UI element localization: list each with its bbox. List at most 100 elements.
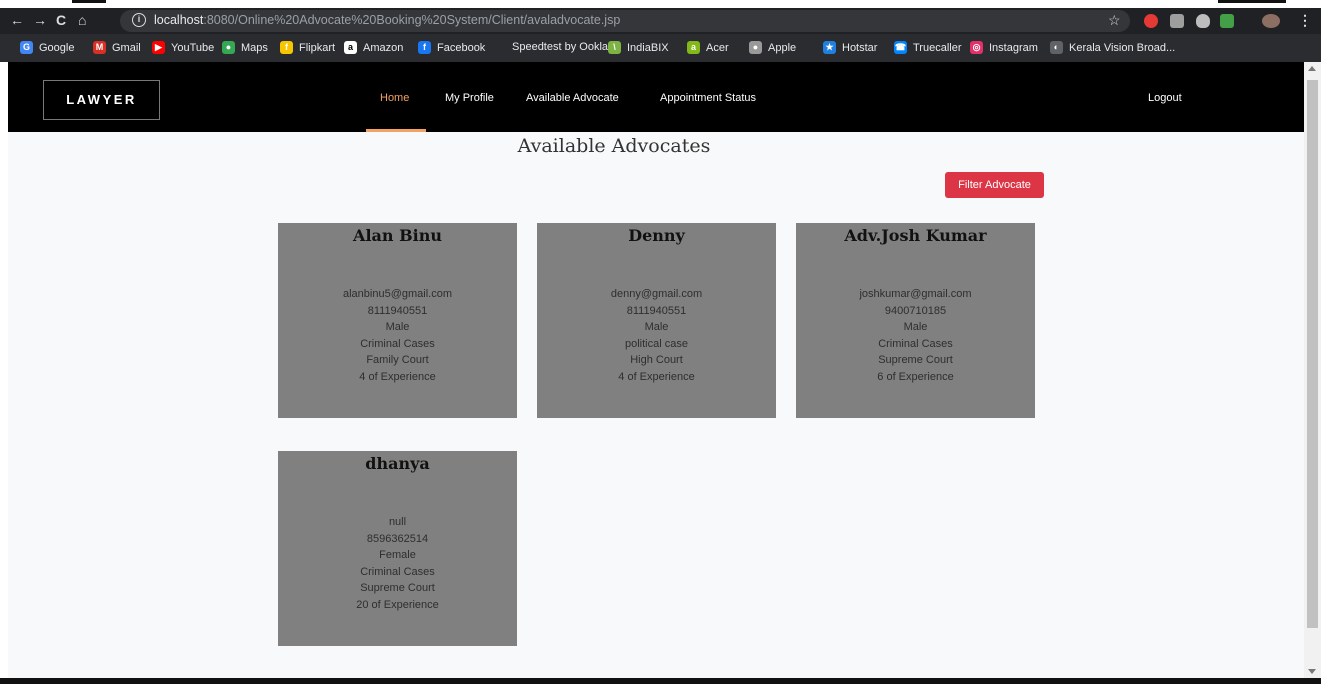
- advocate-phone: 8111940551: [626, 304, 687, 317]
- address-bar[interactable]: i localhost:8080/Online%20Advocate%20Boo…: [120, 10, 1130, 32]
- reload-icon[interactable]: C: [56, 12, 66, 28]
- left-edge: [0, 62, 8, 678]
- scroll-up-arrow-icon[interactable]: [1308, 66, 1316, 71]
- bookmark-hotstar[interactable]: ★ Hotstar: [823, 41, 877, 54]
- flipkart-icon: f: [280, 41, 293, 54]
- advocate-case-type: political case: [625, 337, 688, 350]
- nav-my-profile[interactable]: My Profile: [445, 92, 494, 104]
- advocate-name: dhanya: [365, 454, 430, 473]
- extension-puzzle-icon[interactable]: [1220, 14, 1234, 28]
- window-edge-line: [1218, 0, 1286, 3]
- apple-icon: ●: [749, 41, 762, 54]
- home-icon[interactable]: ⌂: [78, 12, 86, 28]
- bookmark-truecaller[interactable]: ☎ Truecaller: [894, 41, 962, 54]
- bookmark-label: Google: [39, 41, 75, 54]
- advocate-phone: 8596362514: [366, 532, 429, 545]
- youtube-icon: ▶: [152, 41, 165, 54]
- advocate-court: Supreme Court: [878, 354, 953, 367]
- url-path: :8080/Online%20Advocate%20Booking%20Syst…: [203, 13, 621, 27]
- advocate-email: joshkumar@gmail.com: [859, 288, 972, 300]
- advocate-gender: Female: [379, 549, 416, 562]
- bookmark-label: Hotstar: [842, 41, 878, 54]
- extension-shield-icon[interactable]: [1144, 14, 1158, 28]
- site-navbar: LAWYER Home My Profile Available Advocat…: [8, 62, 1304, 132]
- acer-icon: a: [687, 41, 700, 54]
- bookmark-kerala-vision-broad[interactable]: ◐ Kerala Vision Broad...: [1050, 41, 1175, 54]
- bookmark-apple[interactable]: ● Apple: [749, 41, 796, 54]
- nav-appointment-status[interactable]: Appointment Status: [660, 92, 756, 104]
- advocate-details: denny@gmail.com 8111940551 Male political c…: [537, 286, 776, 386]
- profile-avatar-icon[interactable]: [1262, 14, 1280, 28]
- bookmark-label: YouTube: [171, 41, 215, 54]
- bookmark-indiabix[interactable]: \ IndiaBIX: [608, 41, 669, 54]
- advocate-court: Supreme Court: [360, 582, 435, 595]
- bookmark-youtube[interactable]: ▶ YouTube: [152, 41, 214, 54]
- advocate-email: alanbinu5@gmail.com: [342, 288, 452, 300]
- bookmark-label: Speedtest by Ookla...: [512, 41, 618, 53]
- scroll-down-arrow-icon[interactable]: [1308, 669, 1316, 674]
- truecaller-icon: ☎: [894, 41, 907, 54]
- brand-logo[interactable]: LAWYER: [43, 80, 160, 120]
- google-icon: G: [20, 41, 33, 54]
- facebook-icon: f: [418, 41, 431, 54]
- nav-home[interactable]: Home: [380, 92, 409, 104]
- advocate-card[interactable]: Alan Binu alanbinu5@gmail.com 8111940551 Ma…: [278, 223, 517, 418]
- window-edge-line: [72, 0, 106, 3]
- bookmark-label: Truecaller: [913, 41, 962, 54]
- bookmark-google[interactable]: G Google: [20, 41, 74, 54]
- advocate-email: denny@gmail.com: [610, 288, 703, 300]
- bookmark-star-icon[interactable]: ☆: [1108, 12, 1121, 29]
- hotstar-icon: ★: [823, 41, 836, 54]
- advocate-card[interactable]: Denny denny@gmail.com 8111940551 Male politi…: [537, 223, 776, 418]
- bookmark-maps[interactable]: ● Maps: [222, 41, 268, 54]
- bookmark-label: IndiaBIX: [627, 41, 669, 54]
- bookmark-amazon[interactable]: a Amazon: [344, 41, 403, 54]
- page-scrollbar[interactable]: [1304, 62, 1321, 678]
- advocate-details: null 8596362514 Female Criminal Cases Suprem…: [278, 514, 517, 614]
- advocate-card[interactable]: dhanya null 8596362514 Female Criminal Cases…: [278, 451, 517, 646]
- bookmark-label: Flipkart: [299, 41, 336, 54]
- scrollbar-thumb[interactable]: [1307, 80, 1318, 628]
- extension-shield-gray-icon[interactable]: [1196, 14, 1210, 28]
- top-strip: [0, 0, 1321, 8]
- browser-window: ← → C ⌂ i localhost:8080/Online%20Advoca…: [0, 0, 1321, 684]
- advocate-experience: 4 of Experience: [618, 370, 695, 383]
- bookmark-acer[interactable]: a Acer: [687, 41, 729, 54]
- page-title: Available Advocates: [517, 135, 711, 157]
- logout-link[interactable]: Logout: [1148, 92, 1182, 104]
- back-arrow-icon[interactable]: ←: [10, 12, 24, 28]
- advocate-email: null: [388, 516, 407, 528]
- filter-advocate-button[interactable]: Filter Advocate: [945, 172, 1044, 198]
- bookmark-speedtest-by-ookla[interactable]: Speedtest by Ookla...: [512, 41, 617, 53]
- bookmark-gmail[interactable]: M Gmail: [93, 41, 141, 54]
- extension-camera-icon[interactable]: [1170, 14, 1184, 28]
- forward-arrow-icon[interactable]: →: [33, 12, 47, 28]
- amazon-icon: a: [344, 41, 357, 54]
- info-icon[interactable]: i: [132, 13, 146, 27]
- advocate-details: joshkumar@gmail.com 9400710185 Male Crimina…: [796, 286, 1035, 386]
- url-text[interactable]: localhost:8080/Online%20Advocate%20Booki…: [154, 13, 620, 27]
- advocate-court: High Court: [630, 354, 683, 367]
- advocate-phone: 8111940551: [367, 304, 428, 317]
- browser-menu-icon[interactable]: ⋮: [1298, 12, 1312, 29]
- advocate-case-type: Criminal Cases: [360, 565, 435, 578]
- bookmark-facebook[interactable]: f Facebook: [418, 41, 485, 54]
- gmail-icon: M: [93, 41, 106, 54]
- bottom-edge: [0, 678, 1321, 684]
- browser-toolbar: ← → C ⌂ i localhost:8080/Online%20Advoca…: [0, 8, 1321, 34]
- bookmark-label: Maps: [241, 41, 268, 54]
- bookmark-label: Facebook: [437, 41, 486, 54]
- nav-available-advocate[interactable]: Available Advocate: [526, 92, 619, 104]
- bookmark-instagram[interactable]: ◎ Instagram: [970, 41, 1038, 54]
- page-content: Available Advocates Filter Advocate Alan…: [8, 132, 1304, 678]
- advocate-experience: 20 of Experience: [356, 598, 439, 611]
- bookmark-label: Amazon: [363, 41, 404, 54]
- bookmark-label: Kerala Vision Broad...: [1069, 41, 1176, 54]
- bookmark-label: Gmail: [112, 41, 141, 54]
- globe-icon: ◐: [1050, 41, 1063, 54]
- advocate-card[interactable]: Adv.Josh Kumar joshkumar@gmail.com 9400710…: [796, 223, 1035, 418]
- indiabix-icon: \: [608, 41, 621, 54]
- bookmark-flipkart[interactable]: f Flipkart: [280, 41, 335, 54]
- advocate-gender: Male: [903, 321, 928, 334]
- bookmark-label: Acer: [706, 41, 729, 54]
